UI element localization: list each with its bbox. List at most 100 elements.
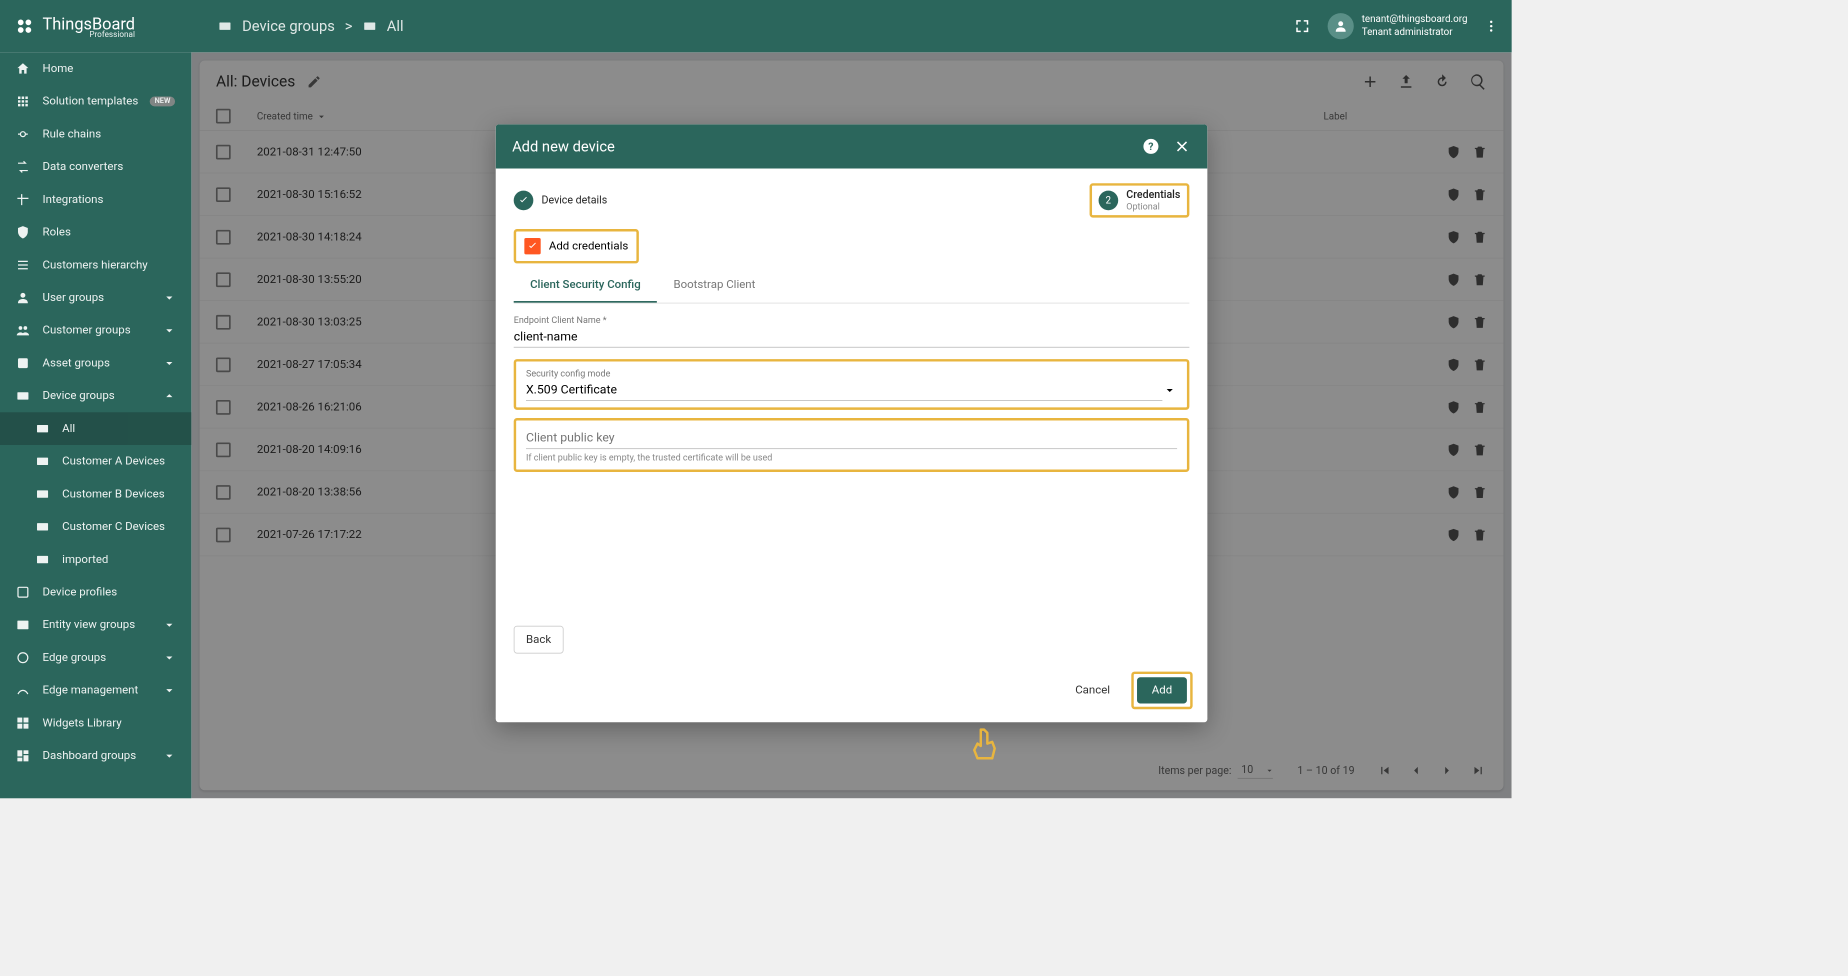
sidebar-item-edge-groups[interactable]: Edge groups [0,641,191,674]
sidebar-item-label: Device groups [43,389,115,402]
sidebar-item-label: Customer B Devices [62,488,164,501]
dashboard-icon [15,748,31,764]
sidebar-item-integrations[interactable]: Integrations [0,183,191,216]
public-key-hint: If client public key is empty, the trust… [526,452,1177,463]
sidebar-item-device-profiles[interactable]: Device profiles [0,576,191,609]
edge-icon [15,649,31,665]
sidebar-item-customer-c-devices[interactable]: Customer C Devices [0,510,191,543]
brand-edition: Professional [43,30,135,39]
add-button[interactable]: Add [1137,677,1187,703]
converter-icon [15,159,31,175]
sidebar-item-label: Dashboard groups [43,749,137,762]
chevron-down-icon [162,356,177,371]
endpoint-label: Endpoint Client Name * [514,315,1190,326]
chevron-down-icon [162,748,177,763]
sidebar-item-solution-templates[interactable]: Solution templatesNEW [0,85,191,118]
checkbox-checked-icon [524,238,540,254]
add-credentials-checkbox[interactable]: Add credentials [518,233,635,259]
customers-icon [15,322,31,338]
modal-overlay: Add new device ? Device details [191,52,1511,798]
sidebar-item-home[interactable]: Home [0,52,191,85]
sidebar-item-label: Data converters [43,160,124,173]
user-role: Tenant administrator [1362,26,1468,39]
tab-client-security[interactable]: Client Security Config [514,268,657,302]
sidebar-item-customer-a-devices[interactable]: Customer A Devices [0,445,191,478]
profile-icon [15,584,31,600]
sidebar-item-all[interactable]: All [0,412,191,445]
device-group-icon [218,19,233,34]
step-device-details[interactable]: Device details [514,191,608,211]
sidebar-item-data-converters[interactable]: Data converters [0,151,191,184]
sidebar-item-widgets-library[interactable]: Widgets Library [0,707,191,740]
sidebar-item-edge-management[interactable]: Edge management [0,674,191,707]
shield-icon [15,224,31,240]
cancel-button[interactable]: Cancel [1065,677,1119,703]
endpoint-client-name-input[interactable] [514,326,1190,348]
sidebar-item-label: Customer groups [43,324,131,337]
home-icon [15,61,31,77]
sidebar-item-label: Device profiles [43,586,118,599]
close-icon[interactable] [1173,137,1191,155]
breadcrumb-sep: > [345,18,353,35]
sidebar-item-label: Entity view groups [43,618,136,631]
tab-bootstrap-client[interactable]: Bootstrap Client [657,268,772,302]
breadcrumb: Device groups > All [218,18,404,35]
sidebar-item-rule-chains[interactable]: Rule chains [0,118,191,151]
chevron-up-icon [162,389,177,404]
client-public-key-input[interactable] [526,427,1177,449]
sidebar-item-label: Home [43,62,74,75]
sidebar-item-label: Widgets Library [43,717,122,730]
user-menu[interactable]: tenant@thingsboard.org Tenant administra… [1327,13,1467,39]
sidebar-item-device-groups[interactable]: Device groups [0,380,191,413]
sidebar-item-label: Roles [43,226,71,239]
security-mode-select[interactable] [526,379,1177,401]
device-icon [34,519,50,535]
add-device-dialog: Add new device ? Device details [496,124,1208,722]
sidebar-item-roles[interactable]: Roles [0,216,191,249]
rulechain-icon [15,126,31,142]
topbar: ThingsBoard Professional Device groups >… [0,0,1512,52]
sidebar-item-dashboard-groups[interactable]: Dashboard groups [0,739,191,772]
help-icon[interactable]: ? [1142,137,1160,155]
device-icon [34,453,50,469]
svg-text:?: ? [1148,140,1153,153]
sidebar-item-label: Integrations [43,193,104,206]
avatar-icon [1327,13,1353,39]
chevron-down-icon [1162,382,1177,397]
back-button[interactable]: Back [514,626,564,654]
more-icon[interactable] [1484,19,1499,34]
hierarchy-icon [15,257,31,273]
sidebar-item-label: All [62,422,75,435]
sidebar-item-customers-hierarchy[interactable]: Customers hierarchy [0,249,191,282]
brand-icon [13,15,36,38]
sidebar-item-imported[interactable]: imported [0,543,191,576]
sidebar-item-label: Asset groups [43,357,110,370]
breadcrumb-current: All [387,18,404,35]
sidebar-item-label: imported [62,553,108,566]
sidebar-item-label: User groups [43,291,105,304]
user-email: tenant@thingsboard.org [1362,13,1468,26]
sidebar-item-entity-view-groups[interactable]: Entity view groups [0,609,191,642]
sidebar-item-asset-groups[interactable]: Asset groups [0,347,191,380]
cursor-pointer-icon [969,726,1002,767]
fullscreen-icon[interactable] [1293,17,1311,35]
view-icon [15,617,31,633]
sidebar-item-customer-groups[interactable]: Customer groups [0,314,191,347]
sidebar-item-label: Customer A Devices [62,455,165,468]
breadcrumb-group[interactable]: Device groups [242,18,335,35]
security-mode-label: Security config mode [526,368,1177,379]
sidebar-item-customer-b-devices[interactable]: Customer B Devices [0,478,191,511]
device-group-icon [362,19,377,34]
sidebar-item-label: Edge groups [43,651,107,664]
chevron-down-icon [162,323,177,338]
device-icon [34,551,50,567]
dialog-title: Add new device [512,138,615,155]
device-icon [15,388,31,404]
sidebar-item-label: Customer C Devices [62,520,165,533]
sidebar-item-label: Rule chains [43,128,102,141]
chevron-down-icon [162,650,177,665]
step-credentials[interactable]: 2 Credentials Optional [1089,183,1189,217]
widgets-icon [15,715,31,731]
sidebar-item-label: Edge management [43,684,139,697]
sidebar-item-user-groups[interactable]: User groups [0,281,191,314]
